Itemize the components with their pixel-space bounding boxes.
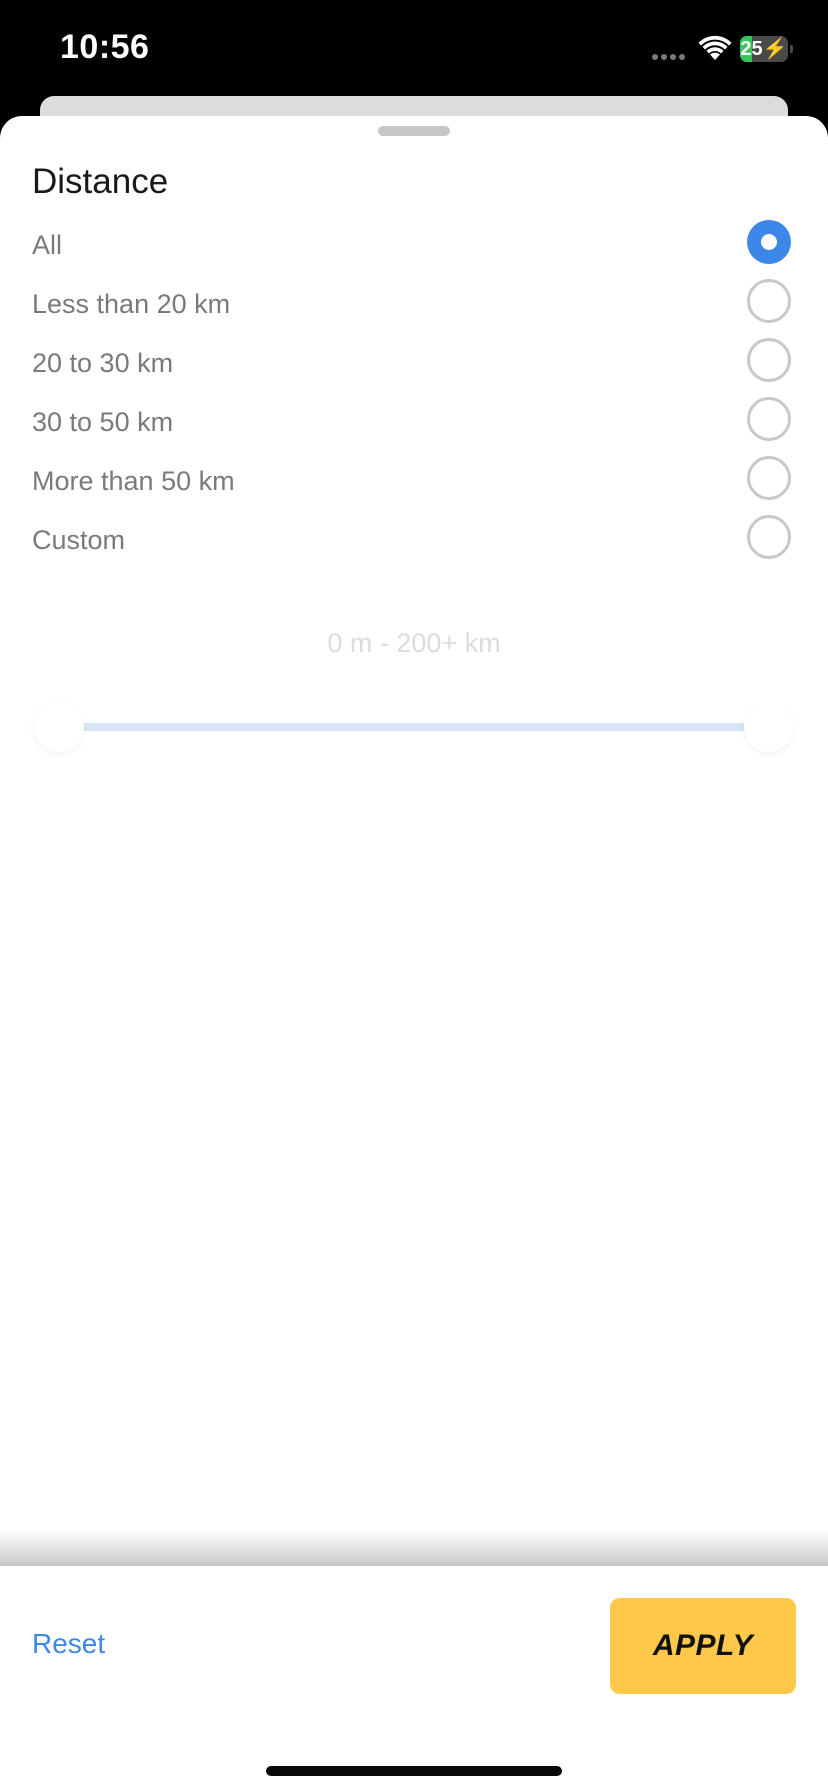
section-title: Distance [32,162,169,201]
radio-button[interactable] [747,279,791,323]
distance-option[interactable]: All [0,216,828,275]
wifi-icon [698,35,732,60]
footer: Reset APPLY [0,1566,828,1792]
status-bar: 10:56 25⚡ [0,0,828,100]
reset-button[interactable]: Reset [32,1628,105,1660]
distance-option[interactable]: Custom [0,511,828,570]
radio-button[interactable] [747,456,791,500]
slider-min-thumb[interactable] [34,702,84,752]
battery-level: 25⚡ [740,38,788,60]
distance-option[interactable]: Less than 20 km [0,275,828,334]
option-label: 30 to 50 km [32,407,174,437]
home-indicator [266,1766,562,1776]
distance-option[interactable]: 30 to 50 km [0,393,828,452]
slider-track [60,723,768,731]
battery-icon: 25⚡ [740,36,793,62]
range-text: 0 m - 200+ km [327,628,501,658]
distance-option[interactable]: 20 to 30 km [0,334,828,393]
distance-option[interactable]: More than 50 km [0,452,828,511]
option-label: Custom [32,525,126,555]
radio-button[interactable] [747,515,791,559]
distance-options: All Less than 20 km 20 to 30 km 30 to 50 km… [0,216,828,570]
slider-max-thumb[interactable] [744,702,794,752]
distance-range-slider[interactable] [32,702,796,752]
cellular-signal-icon [652,54,685,60]
option-label: 20 to 30 km [32,348,174,378]
footer-shadow [0,1530,828,1566]
apply-button[interactable]: APPLY [610,1598,796,1694]
status-time: 10:56 [60,28,150,66]
sheet-grabber[interactable] [378,126,450,136]
radio-button[interactable] [747,338,791,382]
option-label: Less than 20 km [32,289,231,319]
option-label: All [32,230,63,260]
radio-selected[interactable] [747,220,791,264]
screen: 10:56 25⚡ Distance All Less than 20 km 20 … [0,0,828,1792]
option-label: More than 50 km [32,466,235,496]
radio-button[interactable] [747,397,791,441]
